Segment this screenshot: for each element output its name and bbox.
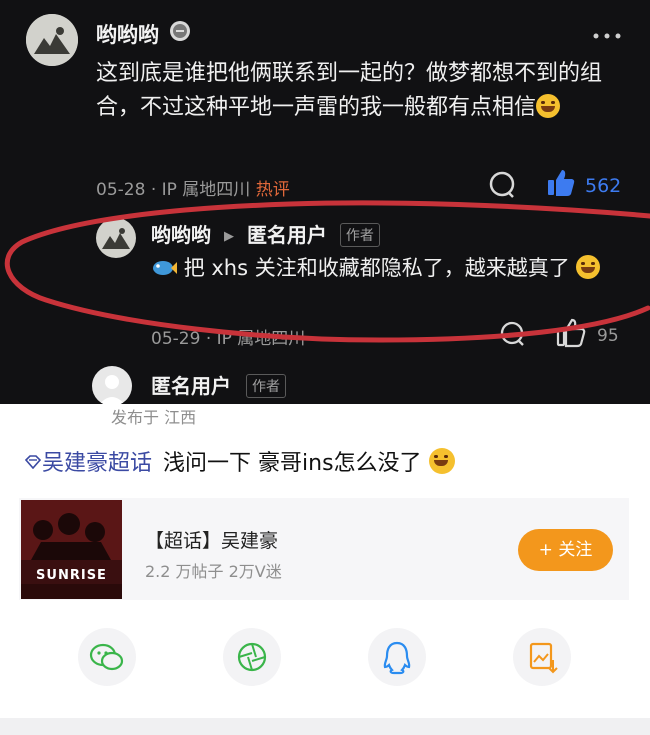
poster-title: SUNRISE: [36, 568, 107, 583]
topic-card-title: 【超话】吴建豪: [145, 530, 279, 552]
comment-text-content: 这到底是谁把他俩联系到一起的？做梦都想不到的组合，不过这种平地一声雷的我一般都有…: [96, 61, 603, 120]
save-image-icon[interactable]: [513, 628, 571, 686]
post-header: 匿名用户 作者: [151, 370, 286, 399]
avatar[interactable]: [26, 14, 78, 66]
post-text: 浅问一下 豪哥ins怎么没了: [163, 451, 422, 476]
red-annotation-circle: [4, 200, 650, 343]
post-location: 发布于 江西: [111, 408, 197, 427]
avatar[interactable]: [92, 366, 132, 406]
topic-diamond-icon: [24, 455, 42, 470]
verified-badge-icon: [170, 21, 190, 41]
topic-tag[interactable]: 吴建豪超话: [42, 451, 152, 476]
laugh-emoji-icon: [536, 94, 561, 118]
post-body: 吴建豪超话 浅问一下 豪哥ins怎么没了: [24, 445, 455, 477]
comment-text: 这到底是谁把他俩联系到一起的？做梦都想不到的组合，不过这种平地一声雷的我一般都有…: [96, 57, 611, 125]
crying-laugh-emoji-icon: [428, 448, 455, 474]
author-badge: 作者: [245, 374, 286, 398]
follow-button[interactable]: + 关注: [518, 529, 613, 571]
wechat-icon[interactable]: [78, 628, 136, 686]
post-username[interactable]: 匿名用户: [151, 374, 231, 398]
qq-icon[interactable]: [368, 628, 426, 686]
more-dots-icon[interactable]: [592, 26, 622, 39]
moments-icon[interactable]: [223, 628, 281, 686]
topic-card-stats: 2.2 万帖子 2万V迷: [145, 562, 282, 581]
comment-username[interactable]: 哟哟哟: [96, 19, 159, 49]
topic-poster[interactable]: SUNRISE: [21, 500, 122, 599]
bottom-divider: [0, 718, 650, 735]
